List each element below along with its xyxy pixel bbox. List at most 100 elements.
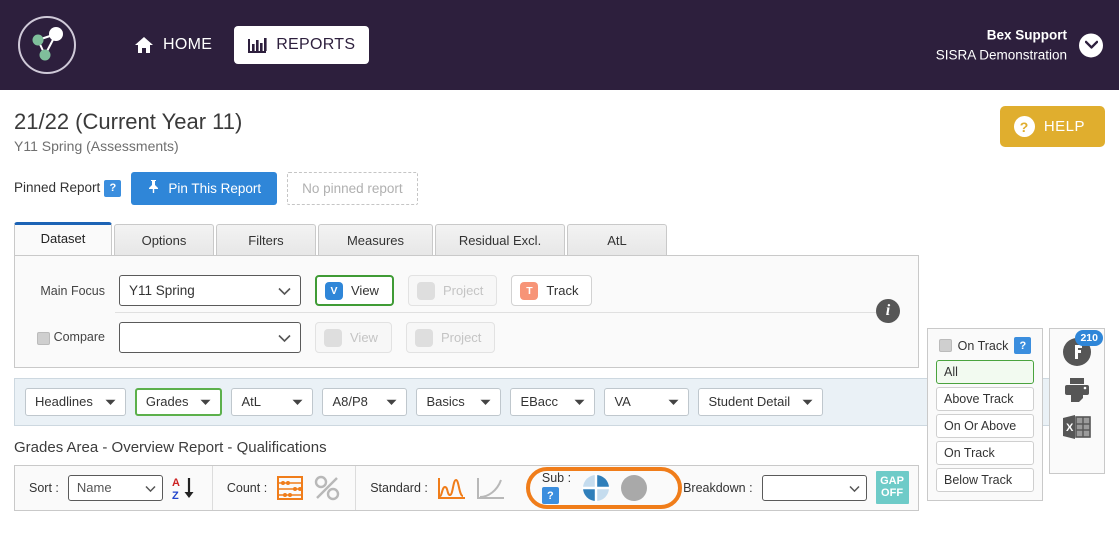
dropdown-headlines-label: Headlines: [35, 394, 93, 409]
sub-label-block: Sub : ?: [541, 471, 572, 504]
chevron-down-icon: [668, 394, 679, 409]
sort-label: Sort :: [29, 480, 59, 495]
chevron-down-icon: [200, 394, 211, 409]
track-label: Track: [546, 283, 579, 298]
compare-view-label: View: [350, 330, 378, 345]
chevron-down-icon: [480, 394, 491, 409]
compare-checkbox[interactable]: [37, 331, 51, 345]
track-option-on-track[interactable]: On Track: [936, 441, 1034, 465]
gap-line-2: OFF: [881, 486, 904, 499]
user-organisation: SISRA Demonstration: [935, 47, 1067, 62]
svg-text:Z: Z: [172, 490, 179, 501]
on-track-help-icon[interactable]: ?: [1014, 337, 1032, 354]
track-option-on-or-above[interactable]: On Or Above: [936, 414, 1034, 438]
sort-select[interactable]: Name: [67, 474, 163, 501]
on-track-checkbox[interactable]: [938, 339, 952, 352]
compare-project-button: Project: [405, 322, 496, 353]
tab-measures[interactable]: Measures: [318, 223, 433, 257]
dropdown-ebacc[interactable]: EBacc: [510, 387, 596, 416]
question-mark-icon: ?: [1013, 116, 1035, 137]
tab-options[interactable]: Options: [114, 223, 214, 257]
user-menu[interactable]: Bex Support SISRA Demonstration: [936, 25, 1103, 64]
main-nav-links: HOME REPORTS: [120, 26, 370, 64]
track-option-on-or-above-label: On Or Above: [944, 419, 1017, 433]
dropdown-atl-label: AtL: [241, 394, 261, 409]
gap-toggle-button[interactable]: GAP OFF: [875, 471, 909, 504]
filter-count-badge: 210: [1075, 330, 1103, 347]
sub-help-icon[interactable]: ?: [541, 487, 559, 504]
panel-divider: [115, 311, 900, 313]
compare-label-text: Compare: [53, 330, 105, 345]
track-option-all[interactable]: All: [936, 360, 1034, 384]
pin-icon: [147, 179, 160, 197]
on-track-header: On Track ?: [936, 335, 1034, 360]
tab-atl[interactable]: AtL: [567, 223, 667, 257]
track-option-on-track-label: On Track: [944, 446, 995, 460]
breakdown-group: Breakdown : GAP OFF: [669, 466, 922, 510]
compare-row: Compare View Project: [33, 317, 900, 359]
tab-filters[interactable]: Filters: [216, 223, 316, 257]
nav-reports[interactable]: REPORTS: [234, 26, 370, 64]
cumulative-curve-icon[interactable]: [476, 475, 506, 501]
main-focus-label: Main Focus: [40, 283, 105, 298]
right-side-panels: On Track ? All Above Track On Or Above O…: [927, 328, 1105, 501]
sort-az-descending-icon[interactable]: A Z: [172, 475, 198, 501]
compare-select[interactable]: [119, 322, 301, 353]
excel-export-icon[interactable]: X: [1061, 413, 1093, 441]
main-focus-select[interactable]: Y11 Spring: [119, 275, 301, 306]
project-badge-icon: [416, 281, 435, 300]
top-navigation-bar: HOME REPORTS Bex Support SISRA Demonstra…: [0, 0, 1119, 90]
pin-button-label: Pin This Report: [168, 180, 262, 196]
view-label: View: [351, 283, 379, 298]
tab-measures-label: Measures: [346, 232, 405, 248]
page-subtitle: Y11 Spring (Assessments): [14, 137, 179, 154]
tab-filters-label: Filters: [248, 232, 284, 248]
dropdown-atl[interactable]: AtL: [231, 387, 314, 416]
tab-dataset[interactable]: Dataset: [14, 221, 112, 255]
chevron-down-icon: [386, 394, 397, 409]
abacus-icon[interactable]: [276, 475, 304, 501]
chevron-down-icon[interactable]: [1079, 33, 1103, 57]
compare-project-label: Project: [440, 330, 482, 345]
chevron-down-icon: [292, 394, 303, 409]
svg-text:X: X: [1066, 422, 1074, 434]
sub-label: Sub :: [541, 471, 572, 485]
breakdown-label: Breakdown :: [683, 480, 753, 495]
solid-circle-icon[interactable]: [621, 474, 648, 501]
printer-icon[interactable]: [1062, 376, 1092, 404]
main-focus-view-button[interactable]: V View: [315, 275, 394, 306]
help-button[interactable]: ? HELP: [999, 106, 1105, 147]
view-badge-icon: [324, 328, 342, 347]
project-badge-icon: [414, 328, 433, 347]
sisra-logo[interactable]: [18, 16, 76, 74]
filter-funnel-icon[interactable]: 210: [1062, 330, 1103, 367]
dropdown-grades[interactable]: Grades: [134, 387, 223, 416]
pinned-help-icon[interactable]: ?: [104, 179, 122, 197]
main-focus-track-button[interactable]: T Track: [511, 275, 593, 306]
info-icon[interactable]: i: [876, 299, 900, 323]
track-option-above-track[interactable]: Above Track: [936, 387, 1034, 411]
dropdown-student-detail[interactable]: Student Detail: [698, 387, 824, 416]
dropdown-a8p8-label: A8/P8: [332, 394, 368, 409]
track-option-below-track[interactable]: Below Track: [936, 468, 1034, 492]
main-focus-project-button: Project: [407, 275, 498, 306]
pin-this-report-button[interactable]: Pin This Report: [131, 171, 278, 205]
dropdown-va[interactable]: VA: [604, 387, 690, 416]
dropdown-basics[interactable]: Basics: [416, 387, 502, 416]
breakdown-select[interactable]: [761, 474, 867, 501]
action-icon-column: 210 X: [1049, 328, 1105, 474]
dropdown-headlines[interactable]: Headlines: [25, 387, 126, 416]
count-label: Count :: [226, 480, 268, 495]
tab-residual-excl[interactable]: Residual Excl.: [435, 223, 565, 257]
distribution-curve-icon[interactable]: [437, 475, 467, 501]
percent-icon[interactable]: [313, 474, 341, 502]
sub-group: Sub : ?: [520, 466, 682, 510]
on-track-filter-panel: On Track ? All Above Track On Or Above O…: [927, 328, 1043, 501]
nav-home[interactable]: HOME: [120, 26, 226, 64]
track-badge-icon: T: [520, 281, 539, 300]
page-body: 21/22 (Current Year 11) Y11 Spring (Asse…: [0, 90, 1119, 511]
page-title: 21/22 (Current Year 11): [14, 109, 243, 134]
dropdown-grades-label: Grades: [145, 394, 189, 409]
pie-quadrant-icon[interactable]: [582, 473, 611, 502]
dropdown-a8p8[interactable]: A8/P8: [322, 387, 408, 416]
